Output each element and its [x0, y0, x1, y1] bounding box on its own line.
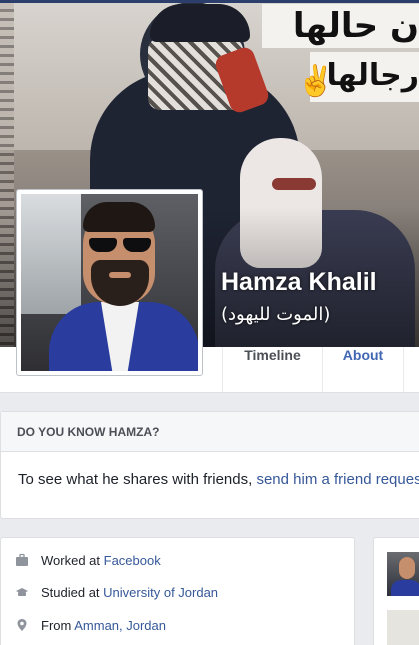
- photos-card: [373, 537, 419, 645]
- intro-study-prefix: Studied at: [41, 585, 104, 600]
- cover-banner-text-2: رجالها: [326, 58, 419, 93]
- photo-thumbnail[interactable]: [387, 610, 419, 645]
- victory-hand-icon: ✌: [297, 65, 335, 98]
- location-pin-icon: [17, 619, 27, 631]
- know-card-body: To see what he shares with friends, send…: [1, 452, 419, 488]
- friend-request-link[interactable]: send him a friend request.: [256, 471, 419, 488]
- photo-thumbnail[interactable]: [387, 552, 419, 596]
- know-card-text: To see what he shares with friends,: [18, 471, 257, 488]
- intro-work-link[interactable]: Facebook: [104, 553, 161, 568]
- intro-study-link[interactable]: University of Jordan: [103, 585, 218, 600]
- intro-from-link[interactable]: Amman, Jordan: [74, 618, 166, 633]
- profile-alternate-name: (الموت لليهود): [221, 304, 331, 325]
- intro-work-prefix: Worked at: [41, 553, 104, 568]
- cover-banner-text-1: ن حالها: [292, 6, 419, 46]
- intro-from-prefix: From: [41, 618, 75, 633]
- intro-work: Worked at Facebook: [15, 553, 161, 573]
- profile-picture[interactable]: [16, 189, 203, 376]
- intro-card: Worked at Facebook Studied at University…: [0, 537, 355, 645]
- profile-photo: [21, 194, 198, 371]
- profile-name[interactable]: Hamza Khalil: [221, 268, 377, 297]
- know-card-header: DO YOU KNOW HAMZA?: [1, 412, 419, 452]
- intro-from: From Amman, Jordan: [15, 618, 166, 638]
- profile-page: ن حالها رجالها ✌ Hamza Khalil (الموت للي…: [0, 0, 419, 645]
- intro-study: Studied at University of Jordan: [15, 585, 218, 605]
- tab-timeline[interactable]: Timeline: [222, 347, 322, 392]
- briefcase-icon: [16, 553, 28, 566]
- tab-about[interactable]: About: [322, 347, 404, 392]
- know-card: DO YOU KNOW HAMZA? To see what he shares…: [0, 411, 419, 519]
- graduation-cap-icon: [16, 588, 28, 596]
